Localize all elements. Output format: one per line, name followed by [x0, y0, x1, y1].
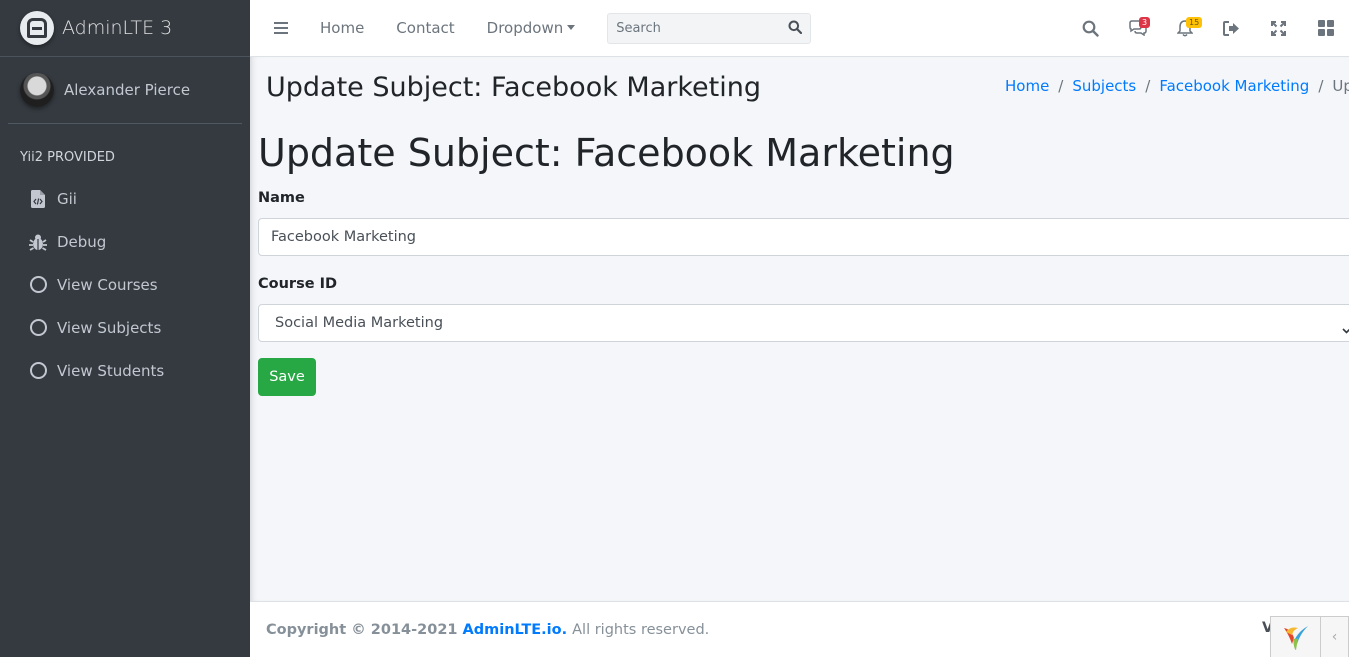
expand-icon: [1271, 20, 1286, 36]
th-large-icon: [1317, 20, 1334, 36]
nav-link-contact[interactable]: Contact: [396, 19, 454, 37]
save-button[interactable]: Save: [258, 358, 316, 396]
adminlte-logo-icon: [20, 11, 54, 45]
main-footer: Copyright © 2014-2021 AdminLTE.io. All r…: [250, 601, 1349, 657]
nav-dropdown-label: Dropdown: [486, 19, 564, 37]
brand-link[interactable]: AdminLTE 3: [0, 0, 250, 57]
search-icon: [1082, 20, 1099, 37]
breadcrumb-facebook-marketing[interactable]: Facebook Marketing: [1159, 77, 1309, 95]
file-code-icon: [28, 189, 48, 209]
search-input[interactable]: [616, 20, 767, 36]
bug-icon: [28, 232, 48, 252]
course-id-label: Course ID: [258, 276, 338, 292]
circle-icon: [28, 361, 48, 381]
search-icon[interactable]: [788, 19, 803, 38]
sidebar-item-label: View Subjects: [57, 318, 162, 337]
notifications-dropdown[interactable]: 15: [1161, 0, 1208, 56]
sidebar-item-label: Gii: [57, 189, 77, 208]
nav-header: Yii2 PROVIDED: [20, 150, 115, 165]
breadcrumb-update: Update: [1332, 77, 1349, 95]
sidebar-item-debug[interactable]: Debug: [0, 220, 250, 263]
sidebar-item-view-courses[interactable]: View Courses: [0, 263, 250, 306]
sidebar-item-view-students[interactable]: View Students: [0, 349, 250, 392]
name-label: Name: [258, 190, 305, 206]
footer-rights: All rights reserved.: [572, 621, 710, 638]
top-navbar: Home Contact Dropdown 3 15: [250, 0, 1349, 57]
course-id-select[interactable]: Social Media Marketing: [258, 304, 1349, 342]
sidebar-item-label: Debug: [57, 232, 107, 251]
logout-button[interactable]: [1208, 0, 1255, 56]
footer-copyright: Copyright © 2014-2021: [266, 621, 458, 638]
nav-link-home[interactable]: Home: [320, 19, 364, 37]
circle-icon: [28, 318, 48, 338]
sidebar-item-view-subjects[interactable]: View Subjects: [0, 306, 250, 349]
circle-icon: [28, 275, 48, 295]
breadcrumb-home[interactable]: Home: [1005, 77, 1049, 95]
sign-out-icon: [1223, 20, 1239, 36]
name-input[interactable]: Facebook Marketing: [258, 218, 1349, 256]
navbar-search: [607, 12, 812, 44]
sidebar-item-label: View Students: [57, 361, 165, 380]
navbar-right-icons: 3 15: [1067, 0, 1349, 56]
yii-debug-toolbar-logo[interactable]: [1270, 616, 1320, 657]
content-wrapper: Update Subject: Facebook Marketing Home /…: [250, 57, 1349, 601]
form-heading: Update Subject: Facebook Marketing: [258, 131, 955, 175]
breadcrumb: Home/Subjects/Facebook Marketing/Update: [1005, 77, 1349, 95]
main-sidebar: AdminLTE 3 Alexander Pierce Yii2 PROVIDE…: [0, 0, 250, 657]
navbar-search-button[interactable]: [1067, 0, 1114, 56]
menu-toggle-icon[interactable]: [274, 22, 288, 34]
breadcrumb-subjects[interactable]: Subjects: [1072, 77, 1136, 95]
sidebar-item-gii[interactable]: Gii: [0, 177, 250, 220]
control-sidebar-button[interactable]: [1302, 0, 1349, 56]
user-name-link[interactable]: Alexander Pierce: [64, 81, 190, 99]
caret-down-icon: [567, 25, 576, 30]
messages-badge: 3: [1139, 17, 1151, 28]
messages-dropdown[interactable]: 3: [1114, 0, 1161, 56]
nav-dropdown[interactable]: Dropdown: [487, 19, 576, 37]
footer-adminlte-link[interactable]: AdminLTE.io.: [463, 622, 568, 638]
yii-toolbar-toggle[interactable]: ‹: [1320, 616, 1349, 657]
chevron-left-icon: ‹: [1331, 629, 1338, 645]
select-chevron-icon: [1342, 319, 1349, 338]
course-id-selected-value: Social Media Marketing: [275, 315, 444, 331]
sidebar-item-label: View Courses: [57, 275, 158, 294]
page-title: Update Subject: Facebook Marketing: [266, 72, 761, 103]
yii-logo-icon: [1283, 626, 1308, 650]
fullscreen-button[interactable]: [1255, 0, 1302, 56]
brand-text: AdminLTE 3: [62, 17, 173, 39]
user-panel: Alexander Pierce: [8, 57, 242, 124]
avatar: [20, 73, 54, 107]
notifications-badge: 15: [1186, 17, 1203, 28]
